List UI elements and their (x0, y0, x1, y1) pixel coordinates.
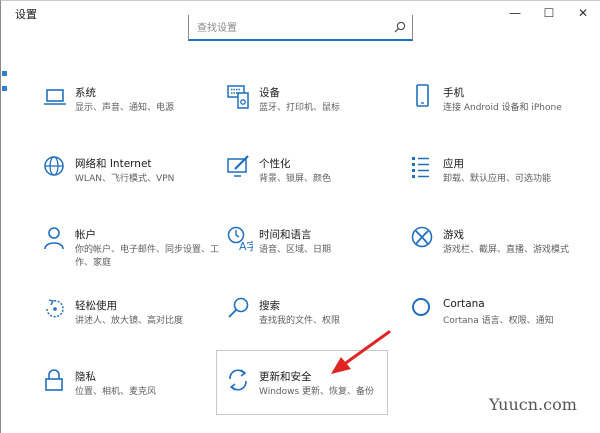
tile-desc: 查找我的文件、权限 (259, 316, 341, 326)
background-window-edge (1, 61, 9, 131)
tile-name: Cortana (443, 298, 485, 310)
svg-text:A字: A字 (239, 239, 253, 252)
search-input[interactable] (197, 21, 387, 35)
search-icon[interactable] (394, 21, 406, 33)
window-title: 设置 (15, 8, 37, 21)
search-box[interactable] (188, 15, 413, 41)
tile-name: 隐私 (75, 371, 96, 383)
tile-name: 手机 (443, 87, 464, 99)
tile-name: 搜索 (259, 300, 280, 312)
tile-name: 更新和安全 (259, 371, 312, 383)
annotation-arrow (331, 330, 391, 374)
tile-apps[interactable]: 应用 卸载、默认应用、可选功能 (411, 155, 591, 211)
tile-cortana[interactable]: Cortana Cortana 语言、权限、通知 (411, 297, 591, 353)
keyboard-device-icon (227, 85, 249, 109)
tile-name: 系统 (75, 87, 96, 99)
tile-name: 轻松使用 (75, 300, 117, 312)
tile-desc: 显示、声音、通知、电源 (75, 103, 175, 113)
tile-system[interactable]: 系统 显示、声音、通知、电源 (43, 84, 223, 140)
tile-desc: 讲述人、放大镜、高对比度 (75, 316, 184, 326)
tile-name: 网络和 Internet (75, 158, 152, 170)
time-language-icon: A字 (227, 226, 253, 252)
tile-desc: 背景、锁屏、颜色 (259, 174, 332, 184)
globe-icon (44, 156, 64, 176)
cortana-ring-icon (412, 298, 430, 316)
tile-desc: 位置、相机、麦克风 (75, 387, 157, 397)
maximize-button[interactable]: ☐ (532, 1, 566, 25)
apps-list-icon (412, 157, 429, 178)
settings-window: 设置 — ☐ ✕ 系统 显示、声音、通知、电源 设备 蓝牙、打印机、鼠标 (0, 0, 600, 433)
paint-brush-icon (227, 155, 249, 177)
tile-desc: Windows 更新、恢复、备份 (259, 387, 375, 397)
tile-desc: 游戏栏、截屏、直播、游戏模式 (443, 245, 570, 255)
tile-devices[interactable]: 设备 蓝牙、打印机、鼠标 (227, 84, 407, 140)
tile-personalization[interactable]: 个性化 背景、锁屏、颜色 (227, 155, 407, 211)
tile-accounts[interactable]: 帐户 你的帐户、电子邮件、同步设置、工作、家庭 (43, 226, 223, 282)
tile-privacy[interactable]: 隐私 位置、相机、麦克风 (43, 368, 223, 424)
tile-phone[interactable]: 手机 连接 Android 设备和 iPhone (411, 84, 591, 140)
ease-of-access-icon (46, 299, 64, 318)
tile-desc: 你的帐户、电子邮件、同步设置、工作、家庭 (75, 245, 220, 268)
watermark-text: Yuucn.com (489, 395, 577, 414)
tile-ease-of-access[interactable]: 轻松使用 讲述人、放大镜、高对比度 (43, 297, 223, 353)
person-icon (44, 227, 64, 250)
tile-desc: 蓝牙、打印机、鼠标 (259, 103, 341, 113)
magnifier-icon (228, 297, 249, 318)
tile-desc: WLAN、飞行模式、VPN (75, 174, 175, 184)
tile-name: 游戏 (443, 229, 464, 241)
sync-icon (229, 369, 247, 391)
tile-name: 应用 (443, 158, 464, 170)
tile-gaming[interactable]: 游戏 游戏栏、截屏、直播、游戏模式 (411, 226, 591, 282)
laptop-icon (44, 89, 66, 105)
tile-network[interactable]: 网络和 Internet WLAN、飞行模式、VPN (43, 155, 223, 211)
close-button[interactable]: ✕ (566, 1, 600, 25)
tile-desc: 连接 Android 设备和 iPhone (443, 103, 562, 113)
tile-desc: Cortana 语言、权限、通知 (443, 316, 554, 326)
tile-name: 时间和语言 (259, 229, 312, 241)
tile-name: 帐户 (75, 229, 96, 241)
lock-icon (45, 369, 63, 391)
tile-name: 个性化 (259, 158, 291, 170)
xbox-icon (411, 226, 433, 248)
phone-icon (416, 84, 429, 107)
tile-desc: 卸载、默认应用、可选功能 (443, 174, 552, 184)
minimize-button[interactable]: — (498, 1, 532, 25)
tile-desc: 语音、区域、日期 (259, 245, 332, 255)
tile-time-language[interactable]: A字 时间和语言 语音、区域、日期 (227, 226, 407, 282)
tile-name: 设备 (259, 87, 280, 99)
